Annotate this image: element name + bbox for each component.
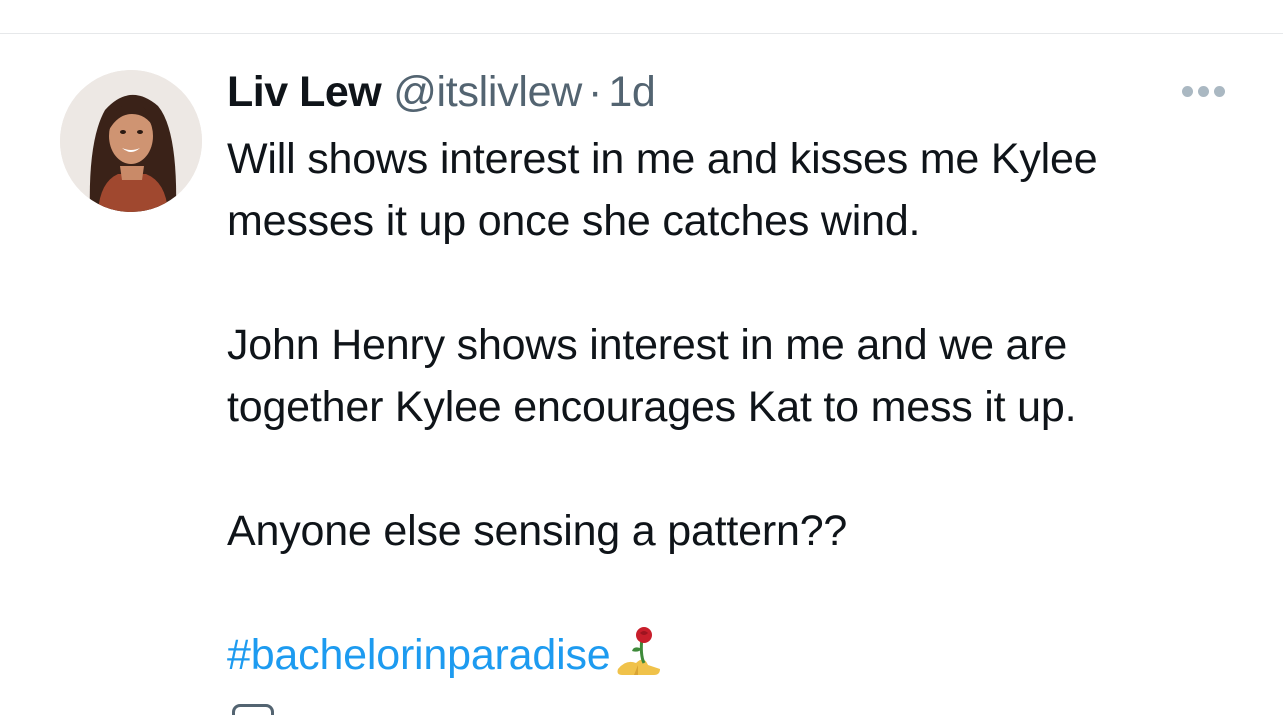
tweet-header: Liv Lew @itslivlew · 1d [227, 64, 656, 120]
tweet-line-3: John Henry shows interest in me and we a… [227, 321, 1068, 369]
author-handle[interactable]: @itslivlew [393, 68, 582, 116]
tweet-line-5: Anyone else sensing a pattern?? [227, 507, 848, 555]
tweet-text: Will shows interest in me and kisses me … [227, 128, 1267, 686]
hashtag-line: #bachelorinparadise [227, 624, 1267, 686]
top-divider [0, 33, 1283, 34]
tweet-line-4: together Kylee encourages Kat to mess it… [227, 383, 1077, 431]
tweet-line-2: messes it up once she catches wind. [227, 197, 921, 245]
rose-and-high-heel-emoji [614, 625, 664, 677]
author-name[interactable]: Liv Lew [227, 68, 382, 116]
hashtag-link[interactable]: #bachelorinparadise [227, 631, 611, 679]
avatar[interactable] [60, 70, 202, 212]
tweet-line-1: Will shows interest in me and kisses me … [227, 135, 1098, 183]
tweet-timestamp[interactable]: 1d [608, 68, 656, 116]
more-options-icon[interactable] [1178, 78, 1228, 104]
header-separator: · [587, 68, 603, 116]
